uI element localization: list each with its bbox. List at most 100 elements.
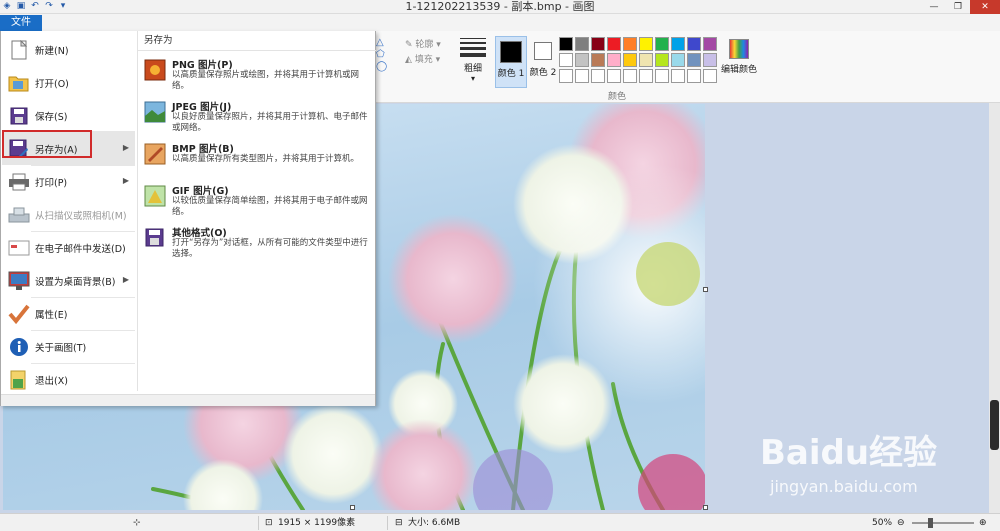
palette-swatch[interactable] [687,53,701,67]
palette-swatch[interactable] [655,37,669,51]
resize-handle-corner[interactable] [703,505,708,510]
undo-icon[interactable]: ↶ [30,1,40,11]
palette-swatch[interactable] [575,69,589,83]
save-icon [6,103,32,129]
save-icon[interactable]: ▣ [16,1,26,11]
color1-button[interactable]: 颜色 1 [495,36,527,88]
save-as-other-formats[interactable]: 其他格式(O) 打开“另存为”对话框，从所有可能的文件类型中进行选择。 [142,225,372,265]
window-title: 1-121202213539 - 副本.bmp - 画图 [405,0,595,13]
menu-item-desktop-background[interactable]: 设置为桌面背景(B) ▶ [2,264,135,297]
zoom-out-button[interactable]: ⊖ [897,514,905,531]
customize-toolbar-icon[interactable]: ▾ [58,1,68,11]
pentagon-shape-icon[interactable]: ⬠ [376,49,402,61]
image-dimensions-icon: ⊡ [265,518,273,528]
menu-item-save[interactable]: 保存(S) [2,99,135,132]
scanner-icon [6,202,32,228]
palette-swatch[interactable] [655,69,669,83]
menu-item-new[interactable]: 新建(N) [2,33,135,66]
menu-item-properties[interactable]: 属性(E) [2,297,135,330]
edit-colors-button[interactable]: 编辑颜色 [720,36,758,75]
resize-handle-right[interactable] [703,287,708,292]
color2-button[interactable]: 颜色 2 [529,36,557,88]
menu-item-exit[interactable]: 退出(X) [2,363,135,396]
zoom-slider[interactable] [912,522,974,524]
callout-shape-icon[interactable]: ◯ [376,61,402,73]
file-tab[interactable]: 文件 [0,15,42,31]
palette-swatch[interactable] [687,69,701,83]
menu-item-print[interactable]: 打印(P) ▶ [2,165,135,198]
zoom-level: 50% [872,518,893,528]
palette-swatch[interactable] [623,69,637,83]
outline-fill-group: ✎ 轮廓 ▾ ◭ 填充 ▾ [405,38,441,68]
palette-swatch[interactable] [559,53,573,67]
save-as-jpeg[interactable]: JPEG 图片(J) 以良好质量保存照片，并将其用于计算机、电子邮件或网络。 [142,99,372,139]
palette-swatch[interactable] [575,53,589,67]
open-folder-icon [6,70,32,96]
file-menu-commands: 新建(N) 打开(O) 保存(S) 另存为(A) ▶ 打印(P) ▶ 从扫描仪或… [1,31,136,406]
save-as-bmp[interactable]: BMP 图片(B) 以高质量保存所有类型图片，并将其用于计算机。 [142,141,372,181]
save-as-heading: 另存为 [138,31,376,51]
palette-swatch[interactable] [591,37,605,51]
info-icon [6,334,32,360]
zoom-in-button[interactable]: ⊕ [979,514,987,531]
palette-swatch[interactable] [703,53,717,67]
exit-icon [6,367,32,393]
file-size: 大小: 6.6MB [408,518,461,528]
palette-swatch[interactable] [703,69,717,83]
submenu-arrow-icon: ▶ [122,275,129,284]
palette-swatch[interactable] [559,69,573,83]
minimize-button[interactable]: — [922,0,946,14]
palette-swatch[interactable] [655,53,669,67]
color1-label: 颜色 1 [497,69,525,79]
palette-swatch[interactable] [591,69,605,83]
save-as-gif[interactable]: GIF 图片(G) 以较低质量保存简单绘图，并将其用于电子邮件或网络。 [142,183,372,223]
palette-swatch[interactable] [575,37,589,51]
menu-item-open[interactable]: 打开(O) [2,66,135,99]
thickness-button[interactable]: 粗细 ▾ [458,38,488,96]
color1-swatch [500,41,522,63]
palette-swatch[interactable] [623,53,637,67]
shapes-gallery[interactable]: △ ⬠ ◯ [376,37,402,87]
save-as-panel: 另存为 PNG 图片(P) 以高质量保存照片或绘图，并将其用于计算机或网络。 J… [137,31,376,391]
edit-colors-label: 编辑颜色 [720,65,757,75]
palette-swatch[interactable] [687,37,701,51]
palette-swatch[interactable] [591,53,605,67]
palette-swatch[interactable] [703,37,717,51]
chevron-down-icon: ▾ [470,74,475,83]
printer-icon [6,169,32,195]
file-size-icon: ⊟ [395,518,403,528]
scroll-thumb[interactable] [990,400,999,450]
palette-swatch[interactable] [607,37,621,51]
palette-swatch[interactable] [671,53,685,67]
close-button[interactable]: ✕ [970,0,1000,14]
palette-swatch[interactable] [671,37,685,51]
properties-checkmark-icon [6,301,32,327]
palette-swatch[interactable] [607,53,621,67]
menu-item-scanner[interactable]: 从扫描仪或照相机(M) [2,198,135,231]
palette-swatch[interactable] [639,69,653,83]
status-divider [387,516,388,530]
outline-button[interactable]: ✎ 轮廓 ▾ [405,38,441,53]
palette-swatch[interactable] [639,53,653,67]
other-formats-icon [144,227,166,249]
menu-item-about[interactable]: 关于画图(T) [2,330,135,363]
vertical-scrollbar[interactable] [989,103,1000,513]
resize-handle-bottom[interactable] [350,505,355,510]
quick-access-toolbar: ◈ ▣ ↶ ↷ ▾ [2,1,68,11]
desktop-background-icon [6,268,32,294]
palette-swatch[interactable] [623,37,637,51]
redo-icon[interactable]: ↷ [44,1,54,11]
palette-swatch[interactable] [639,37,653,51]
triangle-shape-icon[interactable]: △ [376,37,402,49]
palette-swatch[interactable] [607,69,621,83]
palette-swatch[interactable] [559,37,573,51]
menu-item-save-as[interactable]: 另存为(A) ▶ [2,132,135,165]
fill-button[interactable]: ◭ 填充 ▾ [405,53,441,68]
save-as-png[interactable]: PNG 图片(P) 以高质量保存照片或绘图，并将其用于计算机或网络。 [142,57,372,97]
paint-app-icon[interactable]: ◈ [2,1,12,11]
zoom-slider-thumb[interactable] [928,518,933,528]
palette-swatch[interactable] [671,69,685,83]
menu-item-email[interactable]: 在电子邮件中发送(D) [2,231,135,264]
maximize-button[interactable]: ❐ [946,0,970,14]
status-bar: ⊹ ⊡ 1915 × 1199像素 ⊟ 大小: 6.6MB 50% ⊖ ⊕ [0,513,1000,531]
